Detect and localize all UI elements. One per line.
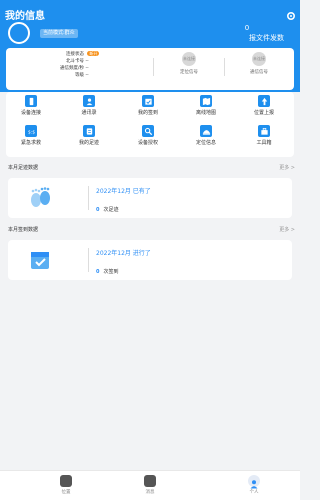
footprint-more-link[interactable]: 更多 > [279, 164, 295, 171]
status-row-level: 等级 -- [44, 72, 99, 79]
grid-item-toolbox[interactable]: 工具箱 [244, 125, 284, 146]
connection-status-badge: 断开 [87, 51, 100, 56]
tab-label: 个人 [249, 490, 259, 495]
grid-item-label: 我的签到 [137, 110, 158, 116]
grid-item-label: 位置上报 [253, 110, 274, 116]
status-key: 通信频度/秒 [59, 66, 84, 71]
signin-section-title: 本月签到数据 [8, 227, 39, 233]
status-row-frequency: 通信频度/秒 -- [44, 65, 99, 72]
page-title: 我的信息 [5, 11, 45, 22]
message-icon [144, 475, 156, 487]
grid-item-label: 通讯录 [81, 110, 97, 116]
divider [153, 58, 154, 76]
sos-icon: $:$ [25, 125, 37, 137]
contacts-icon [83, 95, 95, 107]
grid-item-label: 定位信息 [195, 140, 216, 146]
avatar[interactable] [8, 22, 30, 44]
tab-message[interactable]: 消息 [135, 475, 165, 495]
footprint-count-unit: 次足迹 [103, 207, 119, 213]
position-info-icon [200, 125, 212, 137]
status-key: 连接状态 [66, 52, 84, 57]
tab-person[interactable]: 个人 [239, 475, 269, 495]
message-count-label: 报文件发数 [249, 34, 284, 42]
footprint-date: 2022年12月 已有了 [96, 188, 151, 195]
grid-item-contacts[interactable]: 通讯录 [69, 95, 109, 116]
grid-item-sos[interactable]: $:$ 紧急求救 [11, 125, 51, 146]
grid-item-footprint[interactable]: 我的足迹 [69, 125, 109, 146]
svg-text:$:$: $:$ [27, 129, 34, 135]
grid-item-label: 离线地图 [195, 110, 216, 116]
status-row-connection: 连接状态 断开 [44, 51, 100, 58]
divider [224, 58, 225, 76]
comm-signal-stat: 未连接 通信信号 [239, 52, 279, 75]
signin-card[interactable]: 2022年12月 进行了 0 次签到 [8, 240, 292, 280]
bottom-tab-bar: 位置 消息 个人 [0, 470, 300, 500]
location-icon [60, 475, 72, 487]
status-value: -- [85, 59, 89, 64]
tab-location[interactable]: 位置 [51, 475, 81, 495]
grid-item-label: 我的足迹 [78, 140, 99, 146]
signin-date: 2022年12月 进行了 [96, 250, 151, 257]
mode-badge[interactable]: 当前模式:群众 [40, 29, 78, 38]
grid-item-device-auth[interactable]: 设备授权 [128, 125, 168, 146]
checkin-icon [142, 95, 154, 107]
grid-item-checkin[interactable]: 我的签到 [128, 95, 168, 116]
grid-item-location-report[interactable]: 位置上报 [244, 95, 284, 116]
grid-item-device-connect[interactable]: 设备连接 [11, 95, 51, 116]
device-auth-icon [142, 125, 154, 137]
grid-item-offline-map[interactable]: 离线地图 [186, 95, 226, 116]
divider [88, 248, 89, 272]
device-connect-icon [25, 95, 37, 107]
grid-item-label: 设备连接 [20, 110, 41, 116]
status-row-card: 北斗卡号 -- [44, 58, 99, 65]
grid-item-label: 工具箱 [256, 140, 272, 146]
status-card: 连接状态 断开 北斗卡号 -- 通信频度/秒 -- 等级 -- 未连接 定位信号… [6, 48, 294, 90]
divider [88, 186, 89, 210]
footprint-illustration-icon [26, 186, 54, 210]
toolbox-icon [258, 125, 270, 137]
signin-count: 0 次签到 [96, 268, 119, 275]
position-signal-indicator: 未连接 [182, 52, 196, 66]
comm-signal-indicator: 未连接 [252, 52, 266, 66]
footprint-section-title: 本月足迹数据 [8, 165, 39, 171]
person-icon [248, 475, 260, 489]
status-key: 北斗卡号 [66, 59, 84, 64]
grid-item-position-info[interactable]: 定位信息 [186, 125, 226, 146]
position-signal-stat: 未连接 定位信号 [169, 52, 209, 75]
footprint-icon [83, 125, 95, 137]
tab-label: 消息 [145, 490, 155, 495]
offline-map-icon [200, 95, 212, 107]
calendar-check-icon [26, 248, 54, 272]
footprint-count: 0 次足迹 [96, 206, 119, 213]
tab-label: 位置 [61, 490, 71, 495]
stat-label: 通信信号 [250, 70, 268, 75]
stat-label: 定位信号 [180, 70, 198, 75]
grid-item-label: 设备授权 [137, 140, 158, 146]
feature-grid: 设备连接 通讯录 我的签到 离线地图 位置上报 $:$ 紧急求救 我的足迹 设备… [6, 92, 294, 157]
signin-more-link[interactable]: 更多 > [279, 226, 295, 233]
footprint-card[interactable]: 2022年12月 已有了 0 次足迹 [8, 178, 292, 218]
message-count: 0 [244, 24, 250, 32]
location-report-icon [258, 95, 270, 107]
status-value: -- [85, 66, 89, 71]
grid-item-label: 紧急求救 [20, 140, 41, 146]
footprint-count-value: 0 [96, 207, 100, 213]
status-value: -- [85, 73, 89, 78]
signin-count-unit: 次签到 [103, 269, 119, 275]
signin-count-value: 0 [96, 269, 100, 275]
status-key: 等级 [75, 73, 84, 78]
status-list: 连接状态 断开 北斗卡号 -- 通信频度/秒 -- 等级 -- [44, 51, 100, 79]
gear-icon[interactable] [286, 6, 296, 21]
